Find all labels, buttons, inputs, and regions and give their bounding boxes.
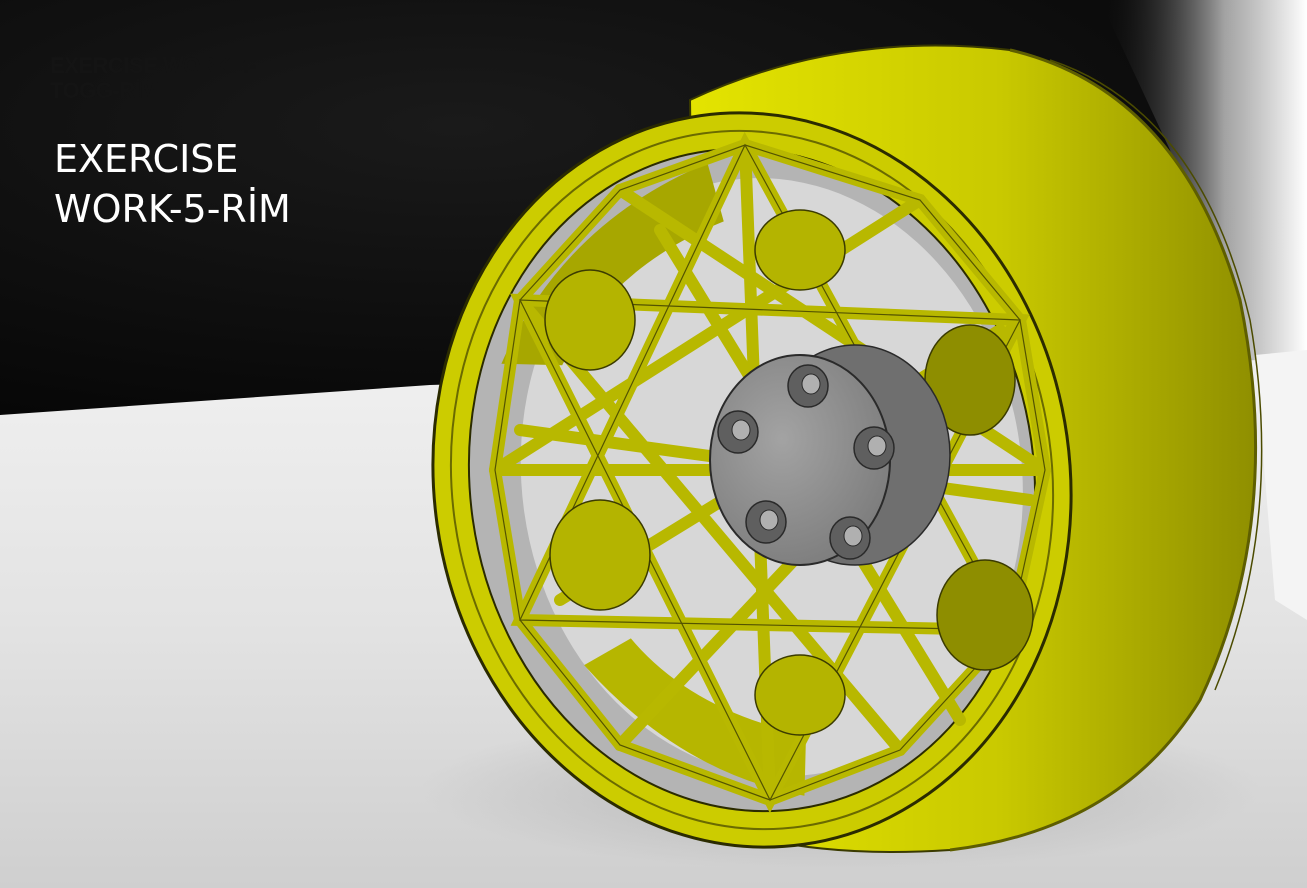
- previous-exercise-title: EXERCISE WORK-4- TOGG-RİM: [50, 53, 320, 103]
- current-title-line2: WORK-5-RİM: [54, 187, 291, 231]
- hub: [709, 344, 951, 566]
- current-title-line1: EXERCISE: [54, 137, 239, 181]
- previous-title-line2: TOGG-RİM: [50, 78, 159, 103]
- current-exercise-title: EXERCISE WORK-5-RİM: [54, 134, 354, 234]
- previous-title-line1: EXERCISE WORK-4-: [50, 53, 256, 78]
